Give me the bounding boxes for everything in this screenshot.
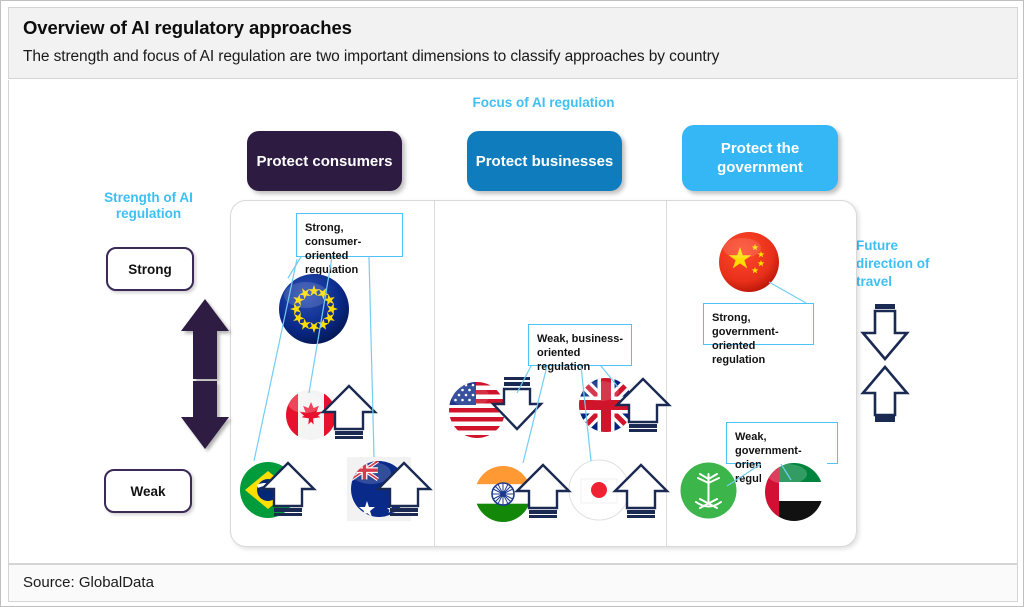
flag-brazil	[239, 461, 297, 519]
slide-header: Overview of AI regulatory approaches The…	[8, 7, 1018, 79]
flag-china	[718, 231, 780, 293]
page-title: Overview of AI regulatory approaches	[23, 17, 352, 38]
flag-australia	[347, 457, 411, 521]
flag-united-states	[448, 381, 506, 439]
strength-strong-box: Strong	[106, 247, 194, 291]
strength-weak-box: Weak	[104, 469, 192, 513]
column-header-protect-businesses[interactable]: Protect businesses	[467, 131, 622, 191]
column-header-protect-government[interactable]: Protect the government	[682, 125, 838, 191]
flag-japan	[568, 459, 630, 521]
flag-india	[474, 465, 532, 523]
flag-saudi-arabia	[680, 462, 737, 519]
flag-united-arab-emirates	[761, 459, 827, 525]
flag-united-kingdom	[578, 377, 634, 433]
column-divider-2	[666, 201, 667, 546]
callout-weak-business: Weak, business-oriented regulation	[528, 324, 632, 373]
slide-canvas: Overview of AI regulatory approaches The…	[0, 0, 1024, 607]
callout-weak-government: Weak, government-oriented regulation	[726, 422, 838, 485]
flag-canada	[285, 389, 337, 441]
page-subtitle: The strength and focus of AI regulation …	[23, 48, 720, 65]
source-label: Source: GlobalData	[23, 574, 154, 591]
future-direction-label: Future direction of travel	[856, 238, 930, 289]
callout-strong-consumer: Strong, consumer-oriented regulation	[296, 213, 403, 276]
column-divider-1	[434, 201, 435, 546]
callout-strong-government: Strong, government-oriented regulation	[703, 303, 814, 366]
focus-axis-label: Focus of AI regulation	[472, 95, 615, 110]
slide-footer: Source: GlobalData	[8, 564, 1018, 602]
column-header-protect-consumers[interactable]: Protect consumers	[247, 131, 402, 191]
strength-axis-label: Strength of AI regulation	[104, 190, 193, 221]
flag-european-union	[278, 273, 350, 345]
